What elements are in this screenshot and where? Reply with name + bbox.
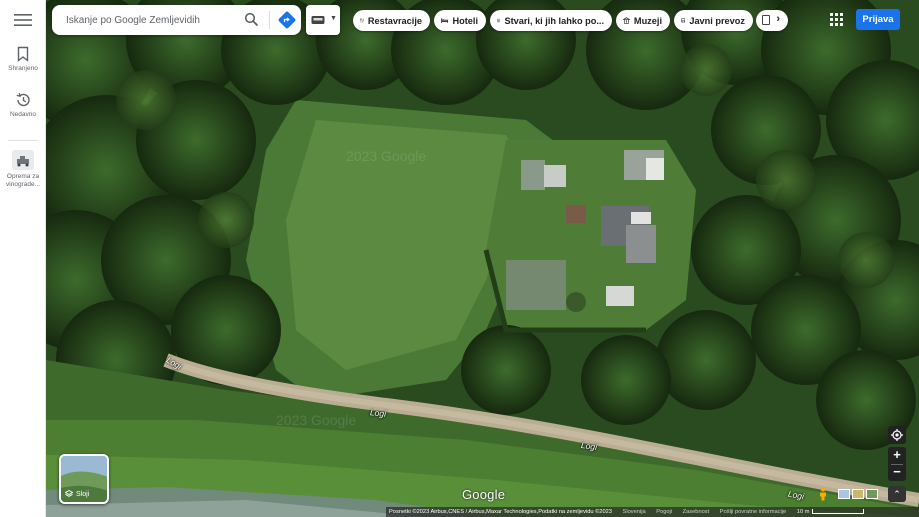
chips-next-button[interactable]: › [756, 10, 788, 31]
search-divider [269, 11, 270, 29]
chip-label: Javni prevoz [689, 15, 745, 26]
expand-icon[interactable]: ⌃ [888, 486, 906, 502]
recent-label: Nedavno [9, 111, 37, 118]
chip-things-to-do[interactable]: Stvari, ki jih lahko po... [490, 10, 612, 31]
camera-icon [497, 18, 501, 23]
recent-button[interactable]: Nedavno [0, 92, 46, 119]
chip-label: Hoteli [452, 15, 478, 26]
my-location-button[interactable] [888, 426, 906, 444]
saved-label: Shranjeno [8, 65, 38, 72]
pegman-icon[interactable] [818, 487, 828, 501]
chip-label: Muzeji [633, 15, 662, 26]
search-box [52, 5, 301, 35]
history-icon [16, 93, 30, 107]
chip-label: Stvari, ki jih lahko po... [504, 15, 604, 26]
imagery-thumbnails[interactable] [838, 489, 878, 499]
google-logo: Google [462, 487, 506, 502]
saved-button[interactable]: Shranjeno [0, 46, 46, 73]
recent-place-button[interactable]: Oprema za vinograde... [0, 150, 46, 189]
layers-icon [65, 490, 73, 497]
zoom-out-button[interactable]: − [888, 464, 906, 481]
attribution-text: Posnetki ©2023 Airbus,CNES / Airbus,Maxa… [389, 509, 612, 515]
imagery-thumb[interactable] [852, 489, 864, 499]
transit-icon [311, 16, 325, 24]
layers-button[interactable]: Sloji [59, 454, 109, 504]
search-icon[interactable] [244, 12, 259, 27]
menu-icon[interactable] [12, 11, 34, 29]
caret-down-icon: ▼ [330, 15, 337, 22]
crosshair-icon [891, 429, 903, 441]
museum-icon [623, 17, 630, 24]
imagery-thumb[interactable] [866, 489, 878, 499]
satellite-map[interactable]: 2023 Google 2023 Google Logi Logi Logi L… [46, 0, 919, 517]
fork-knife-icon [360, 18, 364, 23]
search-input[interactable] [66, 11, 236, 29]
chip-restaurants[interactable]: Restavracije [353, 10, 430, 31]
bookmark-icon [17, 46, 29, 62]
chip-museums[interactable]: Muzeji [616, 10, 670, 31]
chevron-right-icon: › [776, 13, 780, 25]
map-watermark: 2023 Google [276, 412, 357, 428]
rail-divider [8, 140, 38, 141]
scale-label[interactable]: 10 m [797, 509, 810, 515]
scale-bar[interactable] [812, 509, 865, 514]
left-rail: Shranjeno Nedavno Oprema za vinograde... [0, 0, 46, 517]
zoom-divider [891, 464, 903, 465]
privacy-link[interactable]: Zasebnost [683, 509, 710, 515]
transit-layer-toggle[interactable]: ▼ [306, 5, 340, 35]
road-label[interactable]: Logi [370, 407, 387, 419]
place-thumbnail-icon [12, 150, 34, 170]
zoom-control: + − [888, 447, 906, 481]
road-label[interactable]: Logi [580, 440, 597, 452]
recent-place-label: Oprema za vinograde... [6, 173, 40, 188]
bus-icon [681, 18, 686, 23]
chip-hotels[interactable]: Hoteli [434, 10, 486, 31]
directions-icon[interactable] [277, 10, 297, 30]
layers-label: Sloji [76, 490, 90, 498]
chip-label: Restavracije [367, 15, 422, 26]
imagery-thumb[interactable] [838, 489, 850, 499]
map-footer: Posnetki ©2023 Airbus,CNES / Airbus,Maxa… [386, 507, 919, 517]
pharmacy-icon [762, 15, 770, 25]
map-watermark: 2023 Google [346, 148, 427, 164]
terms-link[interactable]: Pogoji [656, 509, 672, 515]
country-link[interactable]: Slovenija [623, 509, 646, 515]
satellite-imagery [46, 0, 919, 517]
sign-in-button[interactable]: Prijava [856, 9, 900, 30]
apps-grid-icon[interactable] [830, 13, 843, 26]
bed-icon [441, 18, 449, 23]
zoom-in-button[interactable]: + [888, 447, 906, 464]
chip-transit[interactable]: Javni prevoz [674, 10, 753, 31]
layers-label-wrap: Sloji [65, 490, 89, 498]
feedback-link[interactable]: Pošlji povratne informacije [720, 509, 786, 515]
